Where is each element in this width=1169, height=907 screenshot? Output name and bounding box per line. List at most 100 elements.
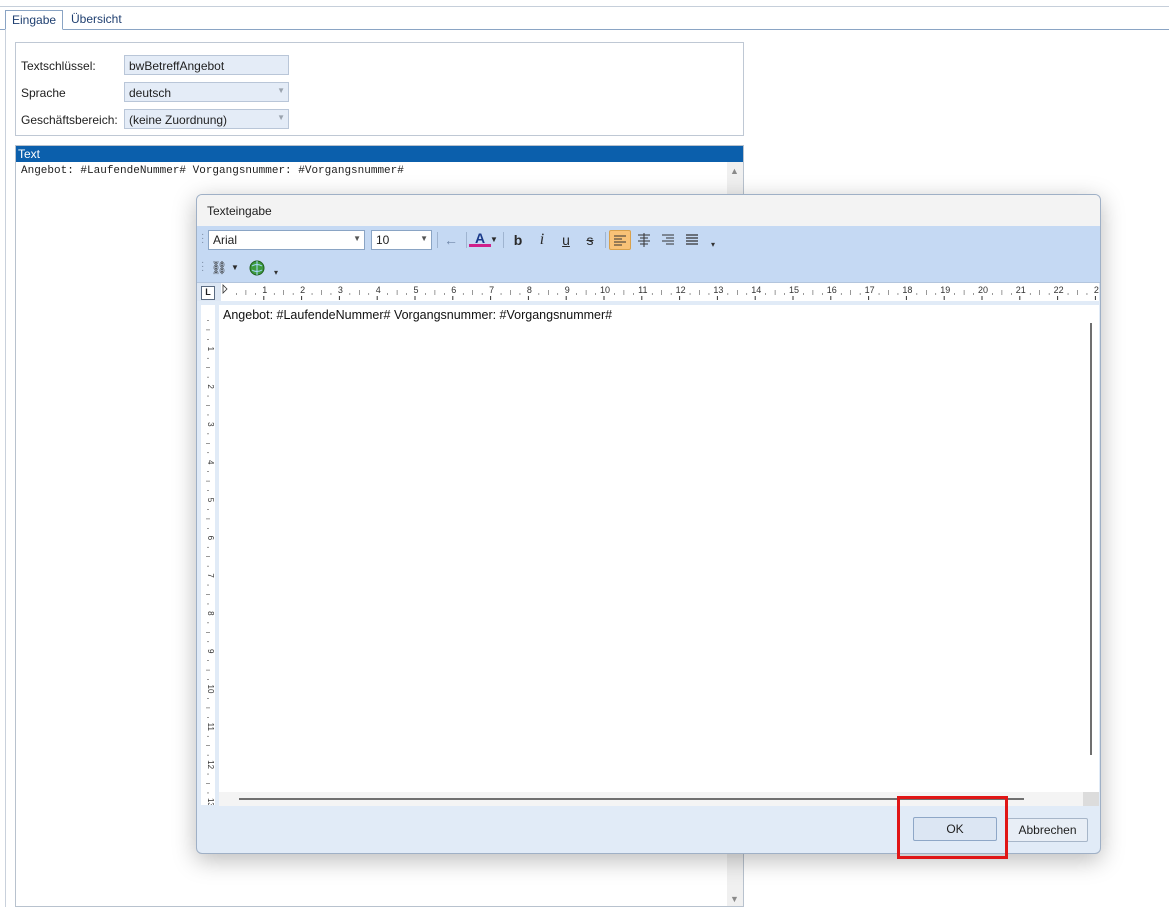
ruler-label: 14 — [751, 285, 761, 295]
toolbar-separator — [437, 232, 438, 248]
geschaeftsbereich-label: Geschäftsbereich: — [21, 113, 118, 127]
texteingabe-dialog: Texteingabe · · · Arial ▼ 10 ▼ ← A ▼ b i u… — [196, 194, 1101, 854]
toolbar-overflow-icon[interactable]: ▾ — [271, 256, 281, 280]
ruler-label: 8 — [206, 611, 215, 616]
text-panel-content[interactable]: Angebot: #LaufendeNummer# Vorgangsnummer… — [21, 165, 404, 177]
sprache-label: Sprache — [21, 86, 66, 100]
ruler-label: 12 — [206, 760, 215, 769]
vertical-scroll-thumb[interactable] — [1090, 323, 1092, 755]
chevron-down-icon: ▼ — [420, 234, 428, 243]
align-center-icon[interactable] — [633, 230, 655, 250]
toolbar-grip[interactable]: · · · — [201, 258, 204, 276]
link-icon[interactable]: ⛓ — [208, 258, 230, 278]
ruler-label: 20 — [978, 285, 988, 295]
ruler-label: 1 — [262, 285, 267, 295]
ruler-label: 6 — [451, 285, 456, 295]
form-panel: Textschlüssel: bwBetreffAngebot Sprache … — [15, 42, 744, 136]
textschluessel-label: Textschlüssel: — [21, 59, 96, 73]
ruler-label: 2 — [1094, 285, 1099, 295]
ruler-label: 21 — [1016, 285, 1026, 295]
chevron-down-icon[interactable]: ▼ — [230, 258, 240, 278]
ruler-label: 9 — [206, 649, 215, 654]
ruler-label: 10 — [206, 685, 215, 694]
bold-icon[interactable]: b — [507, 230, 529, 250]
ruler-label: 22 — [1054, 285, 1064, 295]
ruler-label: 11 — [206, 723, 215, 732]
dialog-title: Texteingabe — [207, 204, 272, 218]
sprache-dropdown[interactable]: deutsch ▼ — [124, 82, 289, 102]
ruler-label: 1 — [206, 347, 215, 352]
ruler-label: 6 — [206, 536, 215, 541]
vertical-ruler: 12345678910111213 — [201, 305, 215, 805]
editor-vertical-scrollbar[interactable] — [1083, 305, 1099, 792]
tab-eingabe[interactable]: Eingabe — [5, 10, 64, 30]
geschaeftsbereich-dropdown[interactable]: (keine Zuordnung) ▼ — [124, 109, 289, 129]
font-family-select[interactable]: Arial ▼ — [208, 230, 365, 250]
scroll-up-icon[interactable]: ▲ — [730, 166, 739, 176]
formatting-toolbar: · · · Arial ▼ 10 ▼ ← A ▼ b i u s ▾ — [197, 226, 1100, 254]
geschaeftsbereich-value: (keine Zuordnung) — [129, 113, 228, 127]
ruler-label: 11 — [638, 285, 647, 295]
ruler-label: 13 — [713, 285, 723, 295]
globe-icon[interactable] — [246, 258, 268, 278]
ruler-label: 16 — [827, 285, 837, 295]
tab-stop-selector[interactable]: L — [201, 286, 215, 300]
align-right-icon[interactable] — [657, 230, 679, 250]
font-size-value: 10 — [376, 233, 390, 247]
ruler-label: 15 — [789, 285, 799, 295]
ruler-label: 2 — [206, 384, 215, 389]
toolbar-overflow-icon[interactable]: ▾ — [708, 228, 718, 252]
left-panel-edge — [0, 30, 6, 907]
font-size-select[interactable]: 10 ▼ — [371, 230, 432, 250]
rich-text-editor[interactable]: Angebot: #LaufendeNummer# Vorgangsnummer… — [219, 305, 1083, 792]
ruler-label: 9 — [565, 285, 570, 295]
ruler-label: 18 — [902, 285, 912, 295]
toolbar-separator — [466, 232, 467, 248]
strikethrough-icon[interactable]: s — [579, 230, 601, 250]
italic-icon[interactable]: i — [531, 230, 553, 250]
ruler-label: 3 — [338, 285, 343, 295]
font-family-value: Arial — [213, 233, 238, 247]
dialog-titlebar[interactable]: Texteingabe — [197, 195, 1100, 226]
ruler-label: 17 — [865, 285, 875, 295]
ruler-label: 12 — [676, 285, 686, 295]
ruler-label: 8 — [527, 285, 532, 295]
ruler-label: 7 — [489, 285, 494, 295]
chevron-down-icon: ▼ — [353, 234, 361, 243]
chevron-down-icon: ▼ — [277, 113, 285, 122]
tab-bar: Eingabe Übersicht — [0, 7, 1169, 30]
justify-icon[interactable] — [681, 230, 703, 250]
ruler-label: 7 — [206, 573, 215, 578]
ruler-label: 10 — [600, 285, 610, 295]
chevron-down-icon: ▼ — [277, 86, 285, 95]
ruler-label: 4 — [206, 460, 215, 465]
editor-text[interactable]: Angebot: #LaufendeNummer# Vorgangsnummer… — [223, 308, 612, 322]
horizontal-ruler[interactable]: 1 2 3 4 5 6 7 8 9 10 11 12 13 14 15 16 17 18 19 20 21 22 2 — [221, 283, 1099, 301]
textschluessel-value: bwBetreffAngebot — [129, 59, 225, 73]
insert-toolbar: · · · ⛓ ▼ ▾ — [197, 254, 1100, 283]
ruler-row: L 1 2 3 4 5 6 7 8 9 10 11 12 13 14 15 16 17 18 19 20 21 22 2 — [197, 283, 1100, 301]
sprache-value: deutsch — [129, 86, 172, 100]
toolbar-separator — [605, 232, 606, 248]
undo-arrow-icon[interactable]: ← — [440, 230, 462, 250]
ruler-label: 2 — [300, 285, 305, 295]
ok-button-highlight — [897, 796, 1008, 859]
cancel-button[interactable]: Abbrechen — [1007, 818, 1088, 842]
ruler-label: 5 — [413, 285, 418, 295]
scroll-down-icon[interactable]: ▼ — [730, 894, 739, 904]
ruler-label: 4 — [376, 285, 381, 295]
text-panel-header: Text — [16, 146, 743, 162]
align-left-icon[interactable] — [609, 230, 631, 250]
toolbar-grip[interactable]: · · · — [201, 230, 204, 248]
font-color-icon[interactable]: A — [469, 230, 491, 247]
underline-icon[interactable]: u — [555, 230, 577, 250]
textschluessel-field[interactable]: bwBetreffAngebot — [124, 55, 289, 75]
ruler-label: 13 — [206, 798, 215, 805]
ruler-label: 3 — [206, 422, 215, 427]
ruler-label: 5 — [206, 498, 215, 503]
toolbar-separator — [503, 232, 504, 248]
tab-uebersicht[interactable]: Übersicht — [65, 10, 128, 30]
window-top-strip — [0, 0, 1169, 7]
ruler-label: 19 — [940, 285, 950, 295]
chevron-down-icon[interactable]: ▼ — [489, 230, 499, 250]
